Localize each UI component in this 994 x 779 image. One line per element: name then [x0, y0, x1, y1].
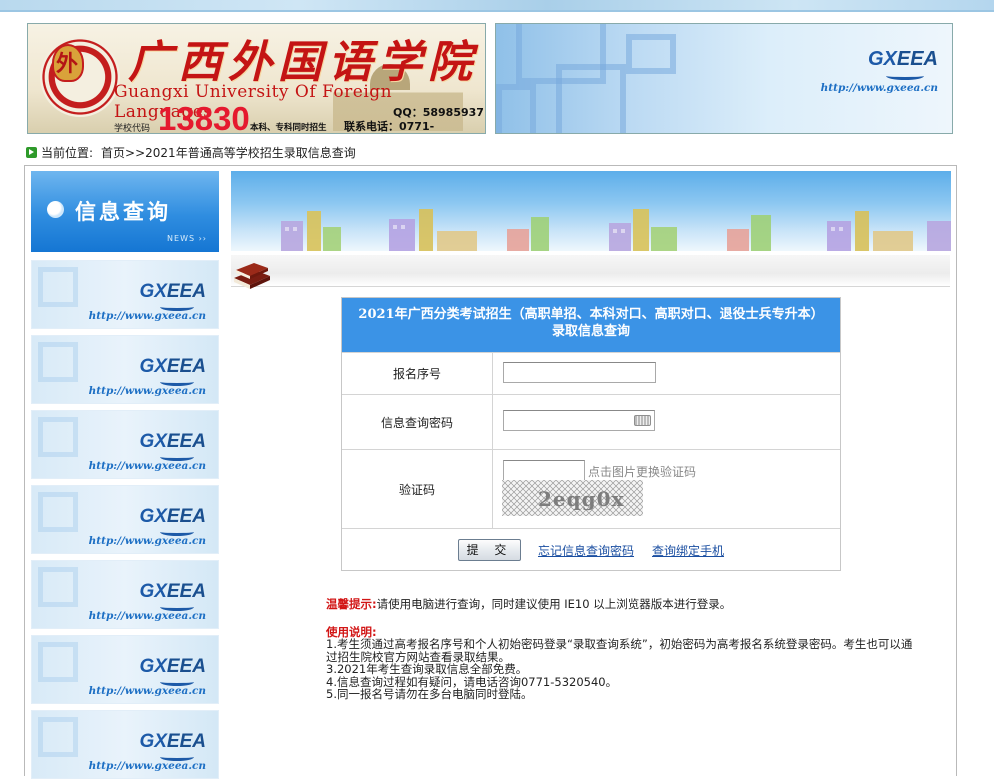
gxeea-logo-icon: GXEEA — [867, 48, 938, 70]
gxeea-logo-icon: GXEEA — [139, 581, 206, 602]
books-icon — [234, 263, 270, 289]
captcha-hint: 点击图片更换验证码 — [588, 465, 697, 479]
gxeea-url: http://www.gxeea.cn — [88, 310, 206, 322]
sidebar-link-tile[interactable]: GXEEA http://www.gxeea.cn — [31, 335, 219, 404]
form-title: 2021年广西分类考试招生（高职单招、本科对口、高职对口、退役士兵专升本）录取信… — [342, 298, 840, 352]
school-code: 13830 — [158, 100, 250, 134]
registration-number-input[interactable] — [503, 362, 656, 383]
logo-swoosh — [886, 72, 924, 80]
enroll-note: 本科、专科同时招生 — [250, 123, 327, 133]
usage-item: 1.考生须通过高考报名序号和个人初始密码登录“录取查询系统”，初始密码为高考报名… — [326, 637, 913, 664]
breadcrumb-path[interactable]: 首页>>2021年普通高等学校招生录取信息查询 — [101, 144, 356, 161]
gxeea-logo-icon: GXEEA — [139, 431, 206, 452]
breadcrumb: 当前位置: 首页>>2021年普通高等学校招生录取信息查询 — [26, 144, 356, 160]
sidebar-link-tile[interactable]: GXEEA http://www.gxeea.cn — [31, 560, 219, 629]
query-password-input[interactable] — [503, 410, 655, 431]
deco-square — [38, 492, 78, 532]
gxeea-logo-icon: GXEEA — [139, 506, 206, 527]
contact-phone: 联系电话：0771-4797113 — [344, 120, 435, 133]
captcha-image[interactable]: 2eqg0x — [502, 480, 643, 516]
gxeea-banner: GXEEA http://www.gxeea.cn — [495, 23, 953, 134]
deco-square — [38, 267, 78, 307]
query-password-label: 信息查询密码 — [342, 395, 493, 449]
arrow-right-icon — [26, 146, 37, 158]
gxeea-url: http://www.gxeea.cn — [88, 535, 206, 547]
city-skyline-icon — [281, 209, 951, 251]
sidebar-subtitle: NEWS ›› — [167, 234, 207, 243]
deco-square — [38, 717, 78, 757]
sidebar-link-tile[interactable]: GXEEA http://www.gxeea.cn — [31, 635, 219, 704]
form-row-actions: 提 交 忘记信息查询密码 查询绑定手机 — [342, 528, 840, 570]
section-divider — [231, 255, 950, 287]
query-form: 2021年广西分类考试招生（高职单招、本科对口、高职对口、退役士兵专升本）录取信… — [341, 297, 841, 571]
sidebar-link-tile[interactable]: GXEEA http://www.gxeea.cn — [31, 260, 219, 329]
gxeea-logo-icon: GXEEA — [139, 281, 206, 302]
gxeea-url: http://www.gxeea.cn — [820, 82, 938, 94]
gxeea-url: http://www.gxeea.cn — [88, 760, 206, 772]
deco-square — [38, 567, 78, 607]
gxeea-url: http://www.gxeea.cn — [88, 685, 206, 697]
gxeea-url: http://www.gxeea.cn — [88, 460, 206, 472]
gxeea-logo-icon: GXEEA — [139, 731, 206, 752]
sidebar-link-tile[interactable]: GXEEA http://www.gxeea.cn — [31, 485, 219, 554]
deco-square — [626, 34, 676, 74]
sidebar-title: 信息查询 — [75, 200, 171, 224]
warm-tip-label: 温馨提示: — [326, 597, 377, 611]
deco-square — [38, 642, 78, 682]
deco-square — [496, 84, 536, 133]
deco-square — [38, 342, 78, 382]
gxeea-url: http://www.gxeea.cn — [88, 610, 206, 622]
bullet-icon — [47, 201, 64, 218]
sidebar-header: 信息查询 NEWS ›› — [31, 171, 219, 252]
form-row-password: 信息查询密码 — [342, 394, 840, 449]
sidebar-link-tile[interactable]: GXEEA http://www.gxeea.cn — [31, 710, 219, 779]
forgot-password-link[interactable]: 忘记信息查询密码 — [538, 542, 634, 559]
deco-square — [556, 64, 626, 133]
deco-square — [38, 417, 78, 457]
form-row-registration: 报名序号 — [342, 352, 840, 394]
sidebar-link-tile[interactable]: GXEEA http://www.gxeea.cn — [31, 410, 219, 479]
captcha-text: 2eqg0x — [538, 487, 625, 511]
keyboard-icon[interactable] — [634, 415, 651, 426]
usage-item: 5.同一报名号请勿在多台电脑同时登陆。 — [326, 687, 533, 701]
registration-number-label: 报名序号 — [342, 353, 493, 394]
captcha-input[interactable] — [503, 460, 585, 481]
bind-phone-link[interactable]: 查询绑定手机 — [652, 542, 724, 559]
top-strip — [0, 0, 994, 12]
gxeea-logo-icon: GXEEA — [139, 356, 206, 377]
gxeea-logo-icon: GXEEA — [139, 656, 206, 677]
university-calligraphy: 广西外国语学院 — [128, 37, 478, 88]
breadcrumb-prefix: 当前位置: — [41, 145, 94, 160]
main-banner — [231, 171, 951, 251]
university-banner: 外 广西外国语学院 Guangxi University Of Foreign … — [27, 23, 486, 134]
school-code-label: 学校代码 — [114, 124, 151, 134]
gxeea-url: http://www.gxeea.cn — [88, 385, 206, 397]
submit-button[interactable]: 提 交 — [458, 539, 521, 561]
tips-section: 温馨提示:请使用电脑进行查询，同时建议使用 IE10 以上浏览器版本进行登录。 … — [326, 598, 916, 701]
captcha-label: 验证码 — [342, 450, 493, 528]
usage-item: 3.2021年考生查询录取信息全部免费。 — [326, 662, 528, 676]
seal-char: 外 — [56, 51, 79, 77]
warm-tip-text: 请使用电脑进行查询，同时建议使用 IE10 以上浏览器版本进行登录。 — [376, 597, 732, 611]
